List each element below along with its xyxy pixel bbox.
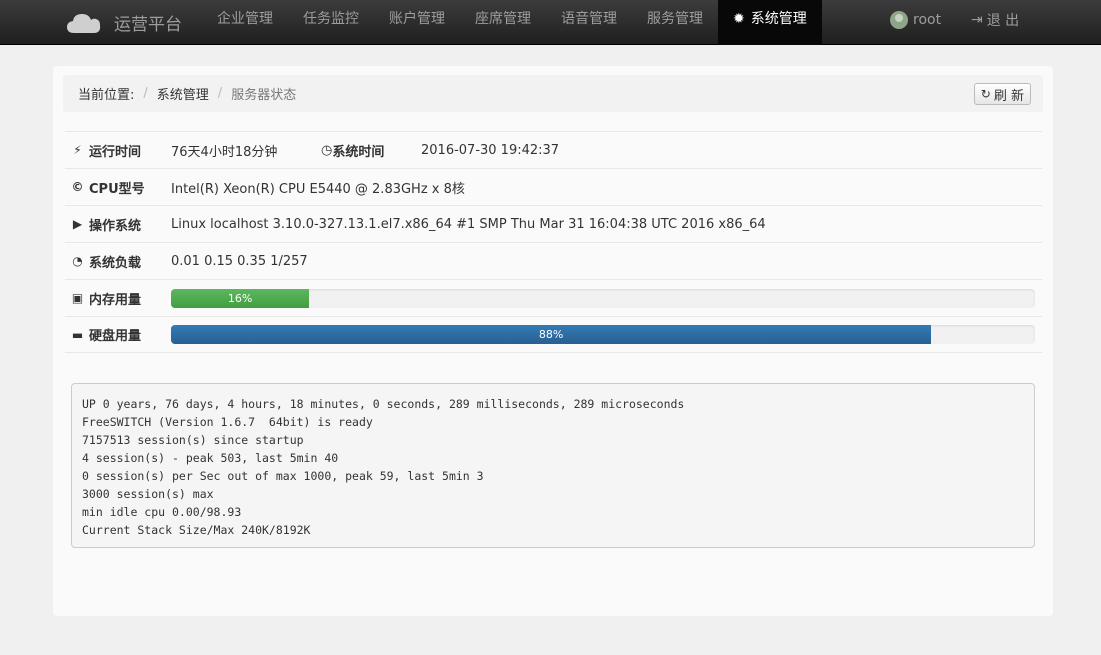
memory-label: ▣ 内存用量 [71,291,142,308]
row-uptime: ⚡ 运行时间 76天4小时18分钟 ◷ 系统时间 2016-07-30 19:42:… [65,131,1042,168]
memory-progress: 16% [171,288,1035,308]
nav-item-account[interactable]: 账户管理 [389,0,445,45]
cpu-label: © CPU型号 [71,180,145,197]
breadcrumb: 当前位置: / 系统管理 / 服务器状态 [63,75,1043,112]
nav-item-system-label: 系统管理 [750,11,807,27]
row-os: ▶ 操作系统 Linux localhost 3.10.0-327.13.1.el… [65,205,1042,242]
nav-item-service[interactable]: 服务管理 [647,0,703,45]
play-icon: ▶ [72,217,83,231]
cloud-icon [66,12,102,34]
nav-item-enterprise[interactable]: 企业管理 [217,0,273,45]
systime-label: ◷ 系统时间 [321,142,385,160]
row-load: ◔ 系统负载 0.01 0.15 0.35 1/257 [65,242,1042,279]
disk-bar: 88% [171,325,932,344]
os-label: ▶ 操作系统 [72,217,142,234]
brand-title: 运营平台 [114,15,182,35]
row-cpu: © CPU型号 Intel(R) Xeon(R) CPU E5440 @ 2.83… [65,168,1042,205]
systime-value: 2016-07-30 19:42:37 [421,142,560,158]
breadcrumb-current: 服务器状态 [231,88,297,103]
avatar [890,10,908,29]
cpu-value: Intel(R) Xeon(R) CPU E5440 @ 2.83GHz x 8… [171,181,465,197]
bolt-icon: ⚡ [73,143,82,157]
clock-icon: ◷ [321,142,333,158]
nav-item-seat[interactable]: 座席管理 [475,0,531,45]
brand[interactable]: 运营平台 [66,0,182,45]
refresh-icon: ↻ [980,87,991,101]
gear-icon: ✹ [733,11,745,27]
memory-icon: ▣ [71,291,84,305]
os-value: Linux localhost 3.10.0-327.13.1.el7.x86_… [171,216,766,232]
nav-item-voice[interactable]: 语音管理 [561,0,617,45]
status-table: ⚡ 运行时间 76天4小时18分钟 ◷ 系统时间 2016-07-30 19:42:… [65,131,1042,353]
freeswitch-status-output: UP 0 years, 76 days, 4 hours, 18 minutes… [71,383,1035,548]
breadcrumb-prefix: 当前位置: [78,88,135,103]
logout-icon: ⇥ [971,11,983,28]
disk-label: ▬ 硬盘用量 [71,327,142,345]
copyright-icon: © [71,180,84,194]
hdd-icon: ▬ [71,327,84,342]
uptime-value: 76天4小时18分钟 [171,144,278,160]
refresh-label: 刷 新 [993,88,1024,104]
uptime-label: ⚡ 运行时间 [71,141,141,160]
load-value: 0.01 0.15 0.35 1/257 [171,253,308,269]
logout-button[interactable]: ⇥ 退 出 [971,0,1019,45]
main-panel: 当前位置: / 系统管理 / 服务器状态 ↻ 刷 新 ⚡ 运行时间 76天4小时1… [53,66,1053,616]
row-disk: ▬ 硬盘用量 88% [65,316,1042,353]
breadcrumb-separator: / [217,86,223,101]
nav-item-system[interactable]: ✹ 系统管理 [718,0,822,45]
username: root [913,11,942,28]
memory-bar: 16% [171,288,310,308]
top-navbar: 运营平台 企业管理 任务监控 账户管理 座席管理 语音管理 服务管理 ✹ 系统管理… [0,0,1101,45]
dashboard-icon: ◔ [72,254,83,268]
load-label: ◔ 系统负载 [72,254,142,271]
breadcrumb-system[interactable]: 系统管理 [157,84,209,103]
logout-label: 退 出 [986,12,1020,29]
row-memory: ▣ 内存用量 16% [65,279,1042,316]
disk-progress: 88% [171,325,1035,344]
refresh-button[interactable]: ↻ 刷 新 [973,83,1031,105]
nav-item-task-monitor[interactable]: 任务监控 [303,0,359,45]
breadcrumb-separator: / [143,86,148,101]
user-menu[interactable]: root [890,0,941,45]
